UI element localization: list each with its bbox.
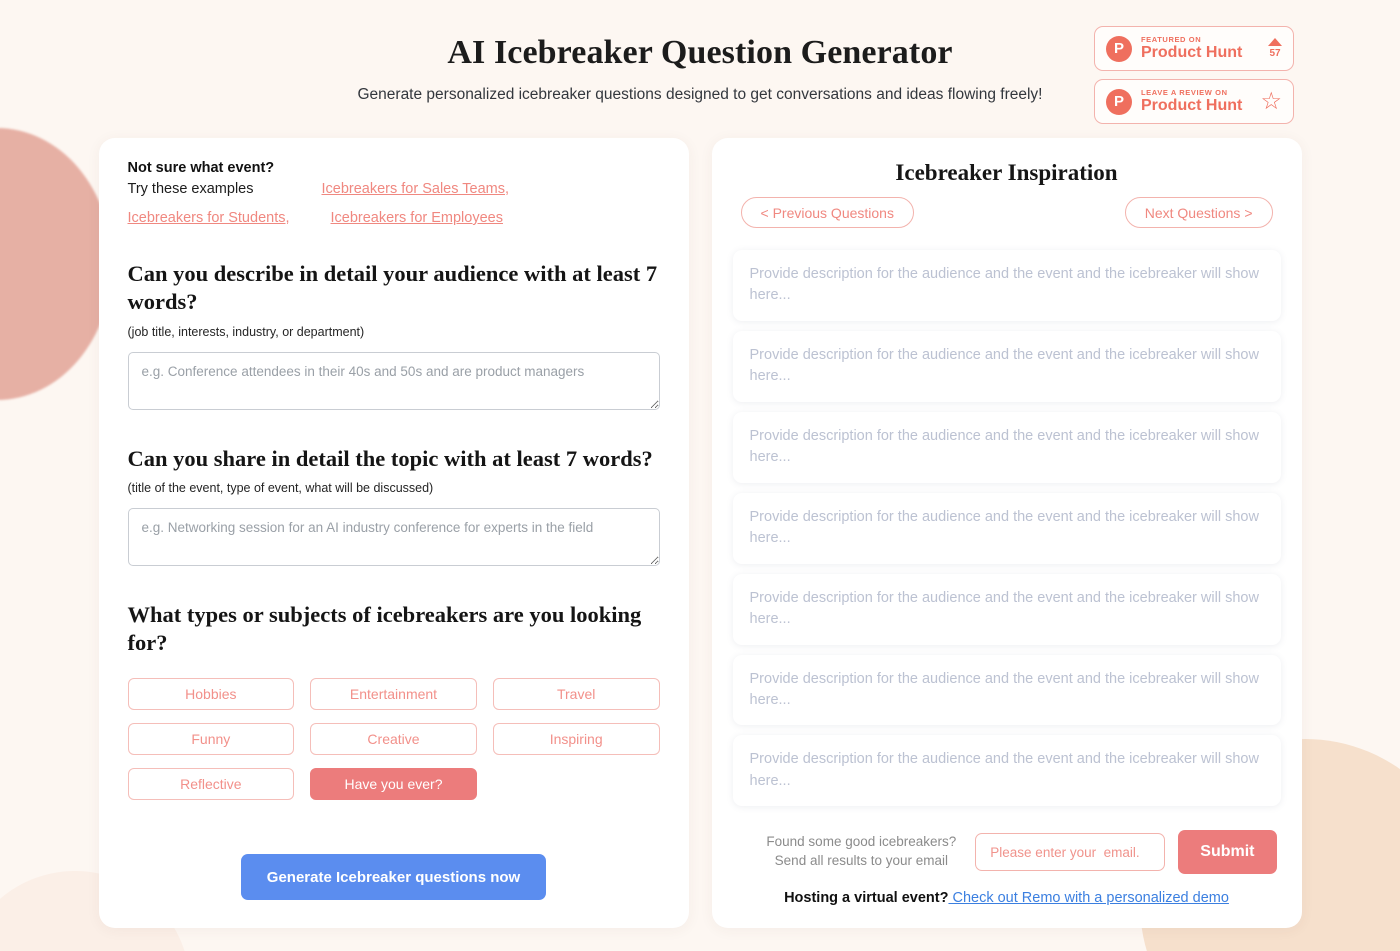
not-sure-heading: Not sure what event? [127,160,275,176]
page-root: AI Icebreaker Question Generator Generat… [0,0,1400,951]
inspiration-title: Icebreaker Inspiration [895,160,1118,185]
panels-container: Not sure what event? Try these examples … [0,138,1400,928]
product-hunt-featured-text: FEATURED ON Product Hunt [1141,34,1259,62]
product-hunt-featured-name: Product Hunt [1141,43,1243,61]
inspiration-panel: Icebreaker Inspiration < Previous Questi… [711,138,1302,928]
product-hunt-badges: P FEATURED ON Product Hunt 57 P LEAVE A … [1094,26,1294,124]
example-link-sales-teams[interactable]: Icebreakers for Sales Teams, [321,181,509,197]
question-3-title: What types or subjects of icebreakers ar… [127,602,642,656]
question-2-hint: (title of the event, type of event, what… [127,481,434,496]
icebreaker-type-chip[interactable]: Have you ever? [310,767,477,800]
product-hunt-review-kicker: LEAVE A REVIEW ON [1141,87,1228,97]
icebreaker-result-card[interactable]: Provide description for the audience and… [732,735,1281,807]
icebreaker-type-chip[interactable]: Hobbies [127,677,295,710]
product-hunt-review-badge[interactable]: P LEAVE A REVIEW ON Product Hunt ☆ [1094,79,1294,124]
product-hunt-featured-badge[interactable]: P FEATURED ON Product Hunt 57 [1094,26,1294,71]
next-questions-button[interactable]: Next Questions > [1124,197,1273,228]
question-1-hint: (job title, interests, industry, or depa… [127,324,365,339]
question-block-topic: Can you share in detail the topic with a… [127,445,660,571]
product-hunt-logo-icon: P [1106,35,1132,62]
example-links-row: Try these examples Icebreakers for Sales… [128,181,660,226]
icebreaker-result-card[interactable]: Provide description for the audience and… [732,250,1281,321]
product-hunt-review-name: Product Hunt [1141,96,1243,114]
email-copy-line-1: Found some good icebreakers? [766,834,957,850]
icebreaker-type-chip[interactable]: Travel [492,677,660,710]
example-link-employees[interactable]: Icebreakers for Employees [331,210,503,226]
input-form-panel: Not sure what event? Try these examples … [98,138,689,928]
upvote-triangle-icon [1268,38,1282,46]
star-icon[interactable]: ☆ [1260,89,1282,114]
topic-textarea[interactable] [127,508,660,567]
generate-questions-button[interactable]: Generate Icebreaker questions now [240,854,547,900]
icebreaker-type-chip[interactable]: Funny [127,722,295,755]
generate-button-wrap: Generate Icebreaker questions now [99,854,689,900]
email-capture-row: Found some good icebreakers? Send all re… [733,830,1281,875]
icebreaker-result-card[interactable]: Provide description for the audience and… [732,411,1281,483]
remo-promo-row: Hosting a virtual event? Check out Remo … [733,890,1281,906]
try-examples-label: Try these examples [127,181,254,197]
question-pagination: < Previous Questions Next Questions > [733,197,1281,228]
icebreaker-type-chip[interactable]: Entertainment [310,677,477,710]
question-block-audience: Can you describe in detail your audience… [127,260,660,415]
icebreaker-type-chip[interactable]: Reflective [127,767,295,800]
product-hunt-review-text: LEAVE A REVIEW ON Product Hunt [1141,87,1251,115]
example-link-students[interactable]: Icebreakers for Students, [128,210,290,226]
remo-demo-link[interactable]: Check out Remo with a personalized demo [948,890,1228,906]
icebreaker-results-list: Provide description for the audience and… [732,250,1281,807]
email-capture-copy: Found some good icebreakers? Send all re… [766,833,956,871]
upvote-count: 57 [1269,48,1281,59]
icebreaker-result-card[interactable]: Provide description for the audience and… [732,330,1281,402]
product-hunt-featured-kicker: FEATURED ON [1141,34,1202,44]
email-input[interactable] [975,833,1166,872]
product-hunt-logo-icon: P [1106,88,1132,115]
product-hunt-upvote[interactable]: 57 [1268,38,1282,59]
audience-textarea[interactable] [127,351,660,410]
question-2-title: Can you share in detail the topic with a… [127,445,653,471]
submit-email-button[interactable]: Submit [1178,830,1277,875]
icebreaker-type-chips: Hobbies Entertainment Travel Funny Creative I… [127,677,660,800]
email-copy-line-2: Send all results to your email [774,853,949,869]
icebreaker-type-chip[interactable]: Inspiring [492,722,660,755]
icebreaker-result-card[interactable]: Provide description for the audience and… [732,654,1281,726]
question-1-title: Can you describe in detail your audience… [127,261,658,315]
question-block-types: What types or subjects of icebreakers ar… [127,601,660,800]
previous-questions-button[interactable]: < Previous Questions [740,197,914,228]
remo-prompt-text: Hosting a virtual event? [784,890,949,907]
icebreaker-result-card[interactable]: Provide description for the audience and… [732,573,1281,645]
icebreaker-result-card[interactable]: Provide description for the audience and… [732,492,1281,564]
icebreaker-type-chip[interactable]: Creative [310,722,477,755]
